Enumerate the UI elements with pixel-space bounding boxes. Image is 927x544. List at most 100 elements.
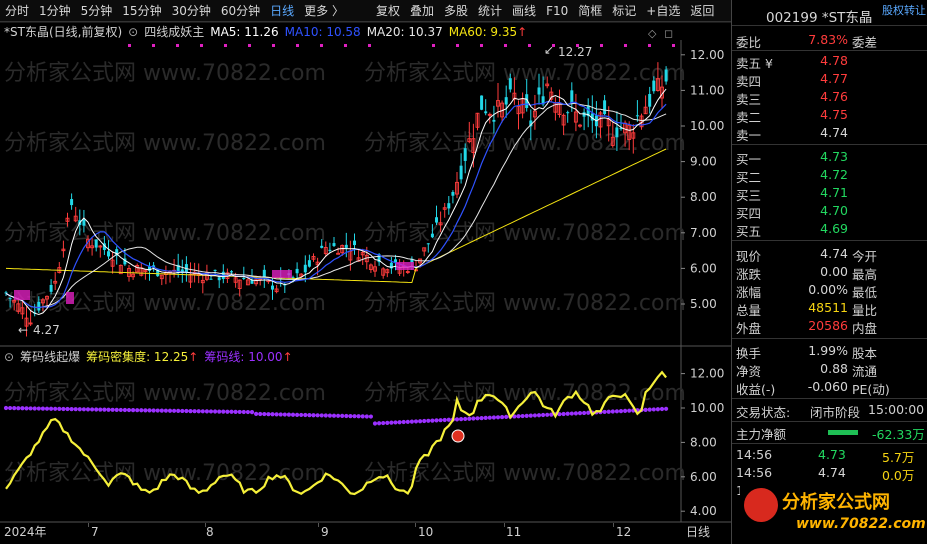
equity-transfer-tag[interactable]: 股权转让	[882, 2, 926, 18]
stat2-row: 收益(-) -0.060 PE(动)	[732, 378, 927, 397]
bid-row: 买五 4.69	[732, 220, 927, 239]
chip-line-dot	[606, 409, 611, 414]
chip-line-dot	[541, 412, 546, 418]
chip-line-dot	[377, 421, 382, 426]
signal-dot	[456, 44, 459, 47]
candle-body	[217, 277, 221, 281]
signal-dot	[528, 44, 531, 47]
candle-body	[213, 269, 217, 271]
candle-body	[271, 285, 274, 290]
chip-line-dot	[434, 418, 439, 423]
chip-line-dot	[176, 408, 181, 413]
chip-line-dot	[565, 411, 570, 416]
chip-line-dot	[155, 408, 160, 413]
candle-body	[320, 245, 324, 248]
chip-line-dot	[266, 412, 271, 417]
indicator-header: ⊙ 筹码线起爆 筹码密集度: 12.25 ↑ 筹码线: 10.00 ↑	[0, 348, 731, 365]
signal-dot	[224, 44, 227, 47]
ask-row-label: 卖一	[736, 128, 762, 143]
trade-state-label: 交易状态:	[736, 405, 791, 420]
signal-dot	[320, 44, 323, 47]
bid-row: 买四 4.70	[732, 202, 927, 221]
watermark-text: 分析家公式网 www.70822.com	[4, 61, 326, 86]
sub-y-tick-label: 10.00	[690, 401, 724, 415]
chip-line-dot	[467, 416, 472, 421]
logo-emblem-icon	[744, 488, 778, 522]
bid-row: 买二 4.72	[732, 166, 927, 185]
indicator-toggle-icon[interactable]: ⊙	[4, 350, 14, 364]
candle-body	[4, 292, 8, 294]
candle-body	[295, 268, 299, 274]
chip-line-dot	[180, 408, 185, 414]
stat-row-label: 外盘	[736, 321, 762, 336]
signal-dot	[272, 44, 275, 47]
ma5-value: MA5: 11.26	[210, 24, 279, 39]
chip-line-dot	[237, 409, 242, 415]
chip-line-dot	[12, 406, 17, 411]
chip-line-dot	[504, 414, 509, 419]
signal-dot	[128, 44, 131, 47]
candle-body	[107, 251, 110, 257]
chip-line-dot	[57, 406, 62, 411]
candle-body	[426, 243, 430, 245]
candle-body	[8, 298, 12, 300]
stock-chart-title[interactable]: *ST东晶(日线,前复权)	[4, 23, 122, 40]
signal-dot	[648, 44, 651, 47]
formula-toggle-icon[interactable]: ⊙	[128, 25, 138, 39]
chip-line-dot	[28, 406, 33, 411]
chip-line-dot	[188, 408, 193, 414]
watermark-text: 分析家公式网 www.70822.com	[4, 291, 326, 316]
chip-line-dot	[221, 409, 226, 414]
signal-dot	[368, 44, 371, 47]
candle-body	[570, 90, 574, 104]
chip-line-dot	[200, 409, 205, 414]
bid-row-value: 4.69	[820, 221, 848, 236]
chip-line-dot	[126, 407, 132, 413]
chip-line-dot	[110, 407, 115, 412]
ask-row-value: 4.74	[820, 125, 848, 140]
chip-line-dot	[163, 408, 168, 413]
signal-dot	[296, 44, 299, 47]
chip-line-value: 筹码线: 10.00	[204, 350, 283, 364]
chip-line-dot	[172, 408, 177, 413]
chip-line-dot	[270, 412, 275, 417]
chip-line-dot	[85, 407, 91, 412]
candle-body	[430, 233, 434, 238]
bid-row: 买一 4.73	[732, 148, 927, 167]
chip-line-dot	[426, 418, 431, 423]
indicator-name[interactable]: 筹码线起爆	[20, 348, 80, 365]
chip-line-dot	[94, 407, 99, 412]
chip-line-dot	[442, 417, 447, 423]
chip-line-dot	[135, 408, 140, 413]
chip-line-dot	[664, 406, 669, 411]
chip-line-dot	[217, 409, 222, 414]
chip-line-dot	[364, 414, 369, 419]
chip-line-dot	[483, 415, 488, 421]
ask-row-value: 4.77	[820, 71, 848, 86]
chip-line-dot	[73, 407, 78, 412]
chip-line-dot	[32, 406, 37, 411]
sub-y-tick-label: 8.00	[690, 435, 717, 449]
chip-line-dot	[659, 406, 665, 412]
chip-line-dot	[245, 409, 250, 415]
chip-line-dot	[53, 406, 58, 411]
chip-line-dot	[430, 418, 435, 423]
stat2-row-value: 0.88	[820, 361, 848, 376]
stat-row-value: 48511	[808, 300, 848, 315]
y-tick-label: 10.00	[690, 119, 724, 133]
y-tick-label: 8.00	[690, 190, 717, 204]
chip-line-dot	[561, 411, 566, 417]
bid-row-value: 4.73	[820, 149, 848, 164]
y-tick-label: 12.00	[690, 48, 724, 62]
chip-line-dot	[102, 407, 107, 412]
formula-name[interactable]: 四线成妖主	[144, 23, 204, 40]
stat-row-right-label: 内盘	[852, 321, 878, 336]
watermark-text: 分析家公式网 www.70822.com	[364, 291, 686, 316]
signal-fill	[66, 292, 74, 304]
chart-header: *ST东晶(日线,前复权) ⊙ 四线成妖主 MA5: 11.26 MA10: 1…	[0, 23, 731, 40]
quote-panel: 002199 *ST东晶 股权转让 委比 7.83% 委差 卖五 ¥4.78 卖四…	[731, 0, 927, 544]
kline-chart-area[interactable]: 分析家公式网 www.70822.com 分析家公式网 www.70822.com…	[0, 0, 731, 544]
chip-line-dot	[500, 414, 505, 420]
watermark-text: 分析家公式网 www.70822.com	[4, 381, 326, 406]
chip-line-dot	[340, 413, 345, 418]
